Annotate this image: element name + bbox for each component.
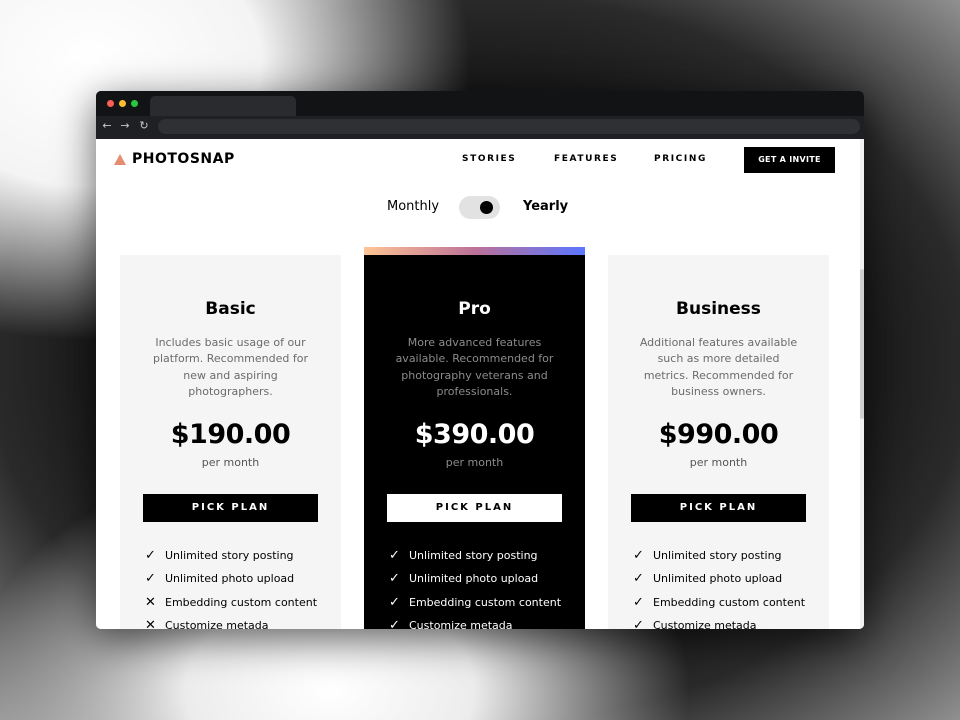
list-item: ✓ Embedding custom content [633,591,805,614]
feature-list: ✓ Unlimited story posting ✓ Unlimited phot… [389,544,561,629]
feature-label: Unlimited photo upload [165,572,295,586]
browser-chrome: ← → ↻ [96,91,864,139]
scrollbar-thumb[interactable] [860,269,864,419]
plan-period: per month [689,456,748,469]
list-item: ✓ Customize metada [633,614,805,629]
nav-link-stories[interactable]: STORIES [462,154,516,164]
check-icon: ✓ [389,594,400,610]
back-arrow-icon[interactable]: ← [100,119,114,133]
list-item: ✓ Unlimited photo upload [145,567,317,590]
plan-price: $190.00 [170,419,291,450]
feature-label: Unlimited story posting [409,549,538,563]
brand-logo[interactable]: PHOTOSNAP [114,151,235,167]
pick-plan-button-basic[interactable]: PICK PLAN [143,494,318,522]
tab-strip [96,91,864,116]
maximize-window-icon[interactable] [131,100,138,107]
feature-label: Customize metada [653,619,757,629]
cross-icon: ✕ [145,594,156,610]
check-icon: ✓ [633,618,644,629]
check-icon: ✓ [145,548,156,564]
forward-arrow-icon[interactable]: → [118,119,132,133]
plan-title: Basic [205,299,256,319]
feature-list: ✓ Unlimited story posting ✓ Unlimited phot… [145,544,317,629]
brand-name: PHOTOSNAP [132,151,235,167]
logo-triangle-icon [114,153,126,165]
plan-card-pro: Pro More advanced features available. Re… [364,255,585,629]
list-item: ✓ Unlimited photo upload [389,567,561,590]
feature-label: Customize metada [409,619,513,629]
plan-price: $990.00 [658,419,779,450]
plan-title: Business [676,299,761,319]
page-scrollbar[interactable] [860,139,864,629]
plan-price: $390.00 [414,419,535,450]
list-item: ✓ Customize metada [389,614,561,629]
list-item: ✓ Unlimited story posting [633,544,805,567]
check-icon: ✓ [633,571,644,587]
plan-title: Pro [458,299,491,319]
featured-accent-bar [364,247,585,255]
plan-description: Includes basic usage of our platform. Re… [153,336,308,399]
browser-window: ← → ↻ PHOTOSNAP STORIES FEATURES PRICING… [96,91,864,629]
feature-label: Embedding custom content [409,595,562,609]
list-item: ✓ Unlimited photo upload [633,567,805,590]
feature-label: Unlimited photo upload [409,572,539,586]
plan-period: per month [201,456,260,469]
plan-description: Additional features available such as mo… [639,336,798,399]
nav-link-pricing[interactable]: PRICING [654,154,707,164]
pick-plan-button-business[interactable]: PICK PLAN [631,494,806,522]
list-item: ✕ Embedding custom content [145,591,317,614]
plan-period: per month [445,456,504,469]
minimize-window-icon[interactable] [119,100,126,107]
list-item: ✕ Customize metada [145,614,317,629]
check-icon: ✓ [389,571,400,587]
plan-card-business: Business Additional features available s… [608,255,829,629]
feature-label: Unlimited story posting [653,549,782,563]
feature-list: ✓ Unlimited story posting ✓ Unlimited phot… [633,544,805,629]
yearly-label[interactable]: Yearly [523,199,568,214]
get-invite-button[interactable]: GET A INVITE [744,147,835,173]
plan-description: More advanced features available. Recomm… [395,336,554,399]
browser-tab[interactable] [150,96,296,116]
billing-toggle[interactable] [459,196,500,219]
check-icon: ✓ [389,548,400,564]
list-item: ✓ Unlimited story posting [389,544,561,567]
list-item: ✓ Unlimited story posting [145,544,317,567]
plan-card-basic: Basic Includes basic usage of our platfo… [120,255,341,629]
check-icon: ✓ [145,571,156,587]
feature-label: Unlimited photo upload [653,572,783,586]
pick-plan-button-pro[interactable]: PICK PLAN [387,494,562,522]
address-bar[interactable] [158,119,860,134]
check-icon: ✓ [389,618,400,629]
check-icon: ✓ [633,594,644,610]
feature-label: Embedding custom content [165,595,318,609]
monthly-label[interactable]: Monthly [387,199,439,214]
list-item: ✓ Embedding custom content [389,591,561,614]
toggle-knob[interactable] [480,201,493,214]
pricing-page: PHOTOSNAP STORIES FEATURES PRICING GET A… [96,139,864,629]
feature-label: Customize metada [165,619,269,629]
nav-link-features[interactable]: FEATURES [554,154,618,164]
feature-label: Embedding custom content [653,595,806,609]
reload-icon[interactable]: ↻ [137,119,151,133]
cross-icon: ✕ [145,618,156,629]
check-icon: ✓ [633,548,644,564]
close-window-icon[interactable] [107,100,114,107]
feature-label: Unlimited story posting [165,549,294,563]
